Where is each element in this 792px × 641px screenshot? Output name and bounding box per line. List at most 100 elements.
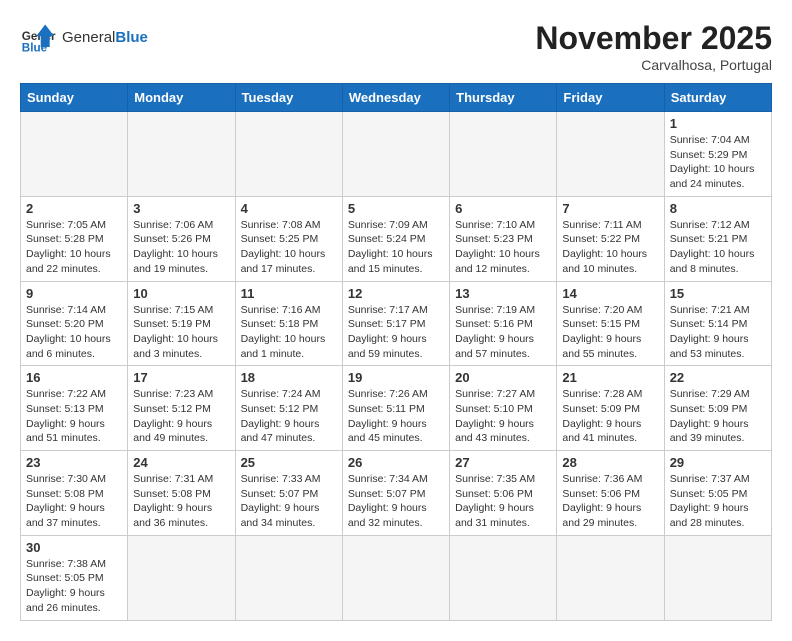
day-info: Sunrise: 7:06 AM Sunset: 5:26 PM Dayligh… bbox=[133, 218, 229, 277]
empty-day-cell bbox=[557, 535, 664, 620]
weekday-header-row: SundayMondayTuesdayWednesdayThursdayFrid… bbox=[21, 84, 772, 112]
weekday-monday: Monday bbox=[128, 84, 235, 112]
empty-day-cell bbox=[342, 112, 449, 197]
day-info: Sunrise: 7:10 AM Sunset: 5:23 PM Dayligh… bbox=[455, 218, 551, 277]
calendar-week-row: 16 Sunrise: 7:22 AM Sunset: 5:13 PM Dayli… bbox=[21, 366, 772, 451]
day-cell-1: 1 Sunrise: 7:04 AM Sunset: 5:29 PM Daylig… bbox=[664, 112, 771, 197]
day-cell-29: 29Sunrise: 7:37 AM Sunset: 5:05 PM Dayli… bbox=[664, 451, 771, 536]
day-number: 7 bbox=[562, 201, 658, 216]
day-info: Sunrise: 7:12 AM Sunset: 5:21 PM Dayligh… bbox=[670, 218, 766, 277]
day-cell-14: 14 Sunrise: 7:20 AM Sunset: 5:15 PM Dayli… bbox=[557, 281, 664, 366]
day-info: Sunrise: 7:34 AM Sunset: 5:07 PM Dayligh… bbox=[348, 472, 444, 531]
day-info: Sunrise: 7:09 AM Sunset: 5:24 PM Dayligh… bbox=[348, 218, 444, 277]
day-cell-21: 21 Sunrise: 7:28 AM Sunset: 5:09 PM Dayli… bbox=[557, 366, 664, 451]
weekday-tuesday: Tuesday bbox=[235, 84, 342, 112]
day-number: 1 bbox=[670, 116, 766, 131]
day-number: 23 bbox=[26, 455, 122, 470]
day-cell-26: 26 Sunrise: 7:34 AM Sunset: 5:07 PM Dayli… bbox=[342, 451, 449, 536]
day-cell-9: 9 Sunrise: 7:14 AM Sunset: 5:20 PM Daylig… bbox=[21, 281, 128, 366]
logo-icon: General Blue bbox=[20, 20, 56, 56]
day-number: 11 bbox=[241, 286, 337, 301]
day-info: Sunrise: 7:17 AM Sunset: 5:17 PM Dayligh… bbox=[348, 303, 444, 362]
day-cell-13: 13Sunrise: 7:19 AM Sunset: 5:16 PM Dayli… bbox=[450, 281, 557, 366]
day-info: Sunrise: 7:04 AM Sunset: 5:29 PM Dayligh… bbox=[670, 133, 766, 192]
day-info: Sunrise: 7:35 AM Sunset: 5:06 PM Dayligh… bbox=[455, 472, 551, 531]
day-cell-30: 30 Sunrise: 7:38 AM Sunset: 5:05 PM Dayli… bbox=[21, 535, 128, 620]
day-cell-27: 27Sunrise: 7:35 AM Sunset: 5:06 PM Dayli… bbox=[450, 451, 557, 536]
day-cell-3: 3Sunrise: 7:06 AM Sunset: 5:26 PM Daylig… bbox=[128, 196, 235, 281]
weekday-saturday: Saturday bbox=[664, 84, 771, 112]
day-info: Sunrise: 7:30 AM Sunset: 5:08 PM Dayligh… bbox=[26, 472, 122, 531]
day-number: 26 bbox=[348, 455, 444, 470]
day-info: Sunrise: 7:31 AM Sunset: 5:08 PM Dayligh… bbox=[133, 472, 229, 531]
day-cell-2: 2Sunrise: 7:05 AM Sunset: 5:28 PM Daylig… bbox=[21, 196, 128, 281]
day-number: 22 bbox=[670, 370, 766, 385]
empty-day-cell bbox=[235, 535, 342, 620]
day-cell-15: 15 Sunrise: 7:21 AM Sunset: 5:14 PM Dayli… bbox=[664, 281, 771, 366]
day-number: 15 bbox=[670, 286, 766, 301]
day-number: 24 bbox=[133, 455, 229, 470]
day-cell-20: 20 Sunrise: 7:27 AM Sunset: 5:10 PM Dayli… bbox=[450, 366, 557, 451]
day-info: Sunrise: 7:22 AM Sunset: 5:13 PM Dayligh… bbox=[26, 387, 122, 446]
day-info: Sunrise: 7:15 AM Sunset: 5:19 PM Dayligh… bbox=[133, 303, 229, 362]
day-number: 20 bbox=[455, 370, 551, 385]
day-number: 30 bbox=[26, 540, 122, 555]
empty-day-cell bbox=[235, 112, 342, 197]
day-info: Sunrise: 7:38 AM Sunset: 5:05 PM Dayligh… bbox=[26, 557, 122, 616]
day-number: 16 bbox=[26, 370, 122, 385]
day-cell-6: 6 Sunrise: 7:10 AM Sunset: 5:23 PM Daylig… bbox=[450, 196, 557, 281]
day-number: 10 bbox=[133, 286, 229, 301]
day-cell-28: 28Sunrise: 7:36 AM Sunset: 5:06 PM Dayli… bbox=[557, 451, 664, 536]
calendar-week-row: 23 Sunrise: 7:30 AM Sunset: 5:08 PM Dayli… bbox=[21, 451, 772, 536]
day-info: Sunrise: 7:23 AM Sunset: 5:12 PM Dayligh… bbox=[133, 387, 229, 446]
day-info: Sunrise: 7:29 AM Sunset: 5:09 PM Dayligh… bbox=[670, 387, 766, 446]
calendar-week-row: 30 Sunrise: 7:38 AM Sunset: 5:05 PM Dayli… bbox=[21, 535, 772, 620]
calendar-week-row: 2Sunrise: 7:05 AM Sunset: 5:28 PM Daylig… bbox=[21, 196, 772, 281]
empty-day-cell bbox=[557, 112, 664, 197]
day-number: 18 bbox=[241, 370, 337, 385]
weekday-wednesday: Wednesday bbox=[342, 84, 449, 112]
day-cell-19: 19 Sunrise: 7:26 AM Sunset: 5:11 PM Dayli… bbox=[342, 366, 449, 451]
empty-day-cell bbox=[342, 535, 449, 620]
day-number: 29 bbox=[670, 455, 766, 470]
empty-day-cell bbox=[21, 112, 128, 197]
calendar: SundayMondayTuesdayWednesdayThursdayFrid… bbox=[20, 83, 772, 621]
day-number: 2 bbox=[26, 201, 122, 216]
day-number: 28 bbox=[562, 455, 658, 470]
day-cell-24: 24 Sunrise: 7:31 AM Sunset: 5:08 PM Dayli… bbox=[128, 451, 235, 536]
day-number: 19 bbox=[348, 370, 444, 385]
day-cell-17: 17 Sunrise: 7:23 AM Sunset: 5:12 PM Dayli… bbox=[128, 366, 235, 451]
day-info: Sunrise: 7:27 AM Sunset: 5:10 PM Dayligh… bbox=[455, 387, 551, 446]
day-cell-12: 12 Sunrise: 7:17 AM Sunset: 5:17 PM Dayli… bbox=[342, 281, 449, 366]
day-number: 4 bbox=[241, 201, 337, 216]
day-info: Sunrise: 7:28 AM Sunset: 5:09 PM Dayligh… bbox=[562, 387, 658, 446]
empty-day-cell bbox=[450, 112, 557, 197]
day-number: 5 bbox=[348, 201, 444, 216]
day-info: Sunrise: 7:14 AM Sunset: 5:20 PM Dayligh… bbox=[26, 303, 122, 362]
day-number: 6 bbox=[455, 201, 551, 216]
day-number: 14 bbox=[562, 286, 658, 301]
day-number: 9 bbox=[26, 286, 122, 301]
day-cell-25: 25Sunrise: 7:33 AM Sunset: 5:07 PM Dayli… bbox=[235, 451, 342, 536]
day-cell-5: 5 Sunrise: 7:09 AM Sunset: 5:24 PM Daylig… bbox=[342, 196, 449, 281]
day-info: Sunrise: 7:16 AM Sunset: 5:18 PM Dayligh… bbox=[241, 303, 337, 362]
day-info: Sunrise: 7:11 AM Sunset: 5:22 PM Dayligh… bbox=[562, 218, 658, 277]
day-cell-8: 8 Sunrise: 7:12 AM Sunset: 5:21 PM Daylig… bbox=[664, 196, 771, 281]
weekday-friday: Friday bbox=[557, 84, 664, 112]
location: Carvalhosa, Portugal bbox=[535, 57, 772, 73]
weekday-sunday: Sunday bbox=[21, 84, 128, 112]
day-cell-4: 4 Sunrise: 7:08 AM Sunset: 5:25 PM Daylig… bbox=[235, 196, 342, 281]
day-number: 8 bbox=[670, 201, 766, 216]
month-year: November 2025 bbox=[535, 20, 772, 57]
day-info: Sunrise: 7:20 AM Sunset: 5:15 PM Dayligh… bbox=[562, 303, 658, 362]
day-info: Sunrise: 7:26 AM Sunset: 5:11 PM Dayligh… bbox=[348, 387, 444, 446]
empty-day-cell bbox=[664, 535, 771, 620]
logo: General Blue GeneralBlue bbox=[20, 20, 148, 56]
day-number: 21 bbox=[562, 370, 658, 385]
day-info: Sunrise: 7:08 AM Sunset: 5:25 PM Dayligh… bbox=[241, 218, 337, 277]
day-cell-18: 18Sunrise: 7:24 AM Sunset: 5:12 PM Dayli… bbox=[235, 366, 342, 451]
day-number: 17 bbox=[133, 370, 229, 385]
day-cell-23: 23 Sunrise: 7:30 AM Sunset: 5:08 PM Dayli… bbox=[21, 451, 128, 536]
day-number: 12 bbox=[348, 286, 444, 301]
day-info: Sunrise: 7:21 AM Sunset: 5:14 PM Dayligh… bbox=[670, 303, 766, 362]
